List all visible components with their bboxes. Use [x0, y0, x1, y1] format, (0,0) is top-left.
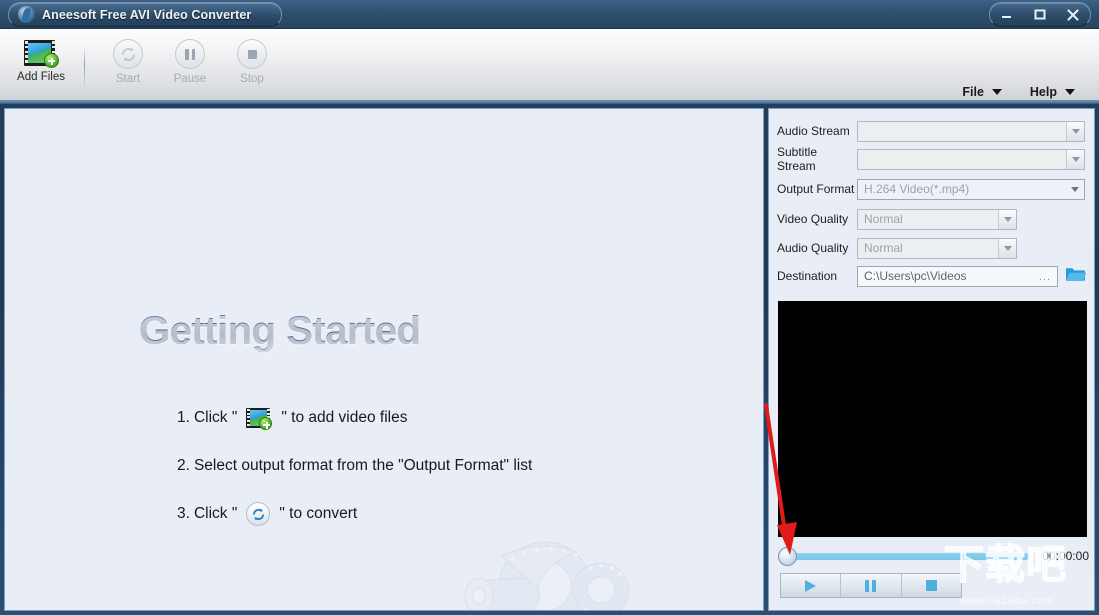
output-format-value: H.264 Video(*.mp4)	[858, 182, 969, 196]
audio-stream-select[interactable]	[857, 121, 1085, 142]
convert-icon	[246, 502, 270, 526]
pause-button[interactable]: Pause	[159, 31, 221, 85]
destination-input[interactable]: C:\Users\pc\Videos ...	[857, 266, 1058, 287]
chevron-down-icon[interactable]	[998, 210, 1016, 229]
help-menu[interactable]: Help	[1030, 85, 1075, 99]
help-menu-label: Help	[1030, 85, 1057, 99]
output-format-label: Output Format	[777, 182, 857, 196]
step-1-text-before: Click "	[194, 409, 237, 427]
pause-icon	[865, 580, 876, 592]
video-quality-row: Video Quality Normal	[777, 208, 1017, 230]
video-quality-select[interactable]: Normal	[857, 209, 1017, 230]
seek-bar-row: 00:00:00	[778, 545, 1089, 567]
start-convert-icon	[113, 39, 143, 69]
seek-slider[interactable]	[787, 553, 1030, 560]
file-list-panel[interactable]: Getting Started 1. Click "	[4, 108, 764, 611]
play-icon	[805, 580, 816, 592]
open-folder-icon[interactable]	[1065, 265, 1086, 288]
chevron-down-icon[interactable]	[1066, 150, 1084, 169]
audio-quality-select[interactable]: Normal	[857, 238, 1017, 259]
toolbar: Add Files Start Pause	[0, 28, 1099, 104]
file-menu[interactable]: File	[962, 85, 1002, 99]
chevron-down-icon	[1065, 89, 1075, 95]
settings-panel: Audio Stream Subtitle Stream Output Form…	[768, 108, 1095, 611]
step-3-number: 3.	[177, 505, 190, 523]
pause-icon	[175, 39, 205, 69]
step-2-text: Select output format from the "Output Fo…	[194, 457, 532, 475]
close-icon[interactable]	[1060, 4, 1086, 25]
stop-icon	[237, 39, 267, 69]
step-2-number: 2.	[177, 457, 190, 475]
stop-label: Stop	[240, 73, 264, 85]
stop-icon	[926, 580, 937, 591]
watermark-url: www.xiazaiba.com	[960, 595, 1053, 607]
audio-quality-value: Normal	[858, 241, 903, 255]
subtitle-stream-row: Subtitle Stream	[777, 148, 1085, 170]
subtitle-stream-select[interactable]	[857, 149, 1085, 170]
destination-row: Destination C:\Users\pc\Videos ...	[777, 265, 1086, 287]
window-title-pill: Aneesoft Free AVI Video Converter	[8, 2, 282, 27]
add-files-label: Add Files	[17, 71, 65, 83]
add-files-icon	[246, 407, 272, 429]
destination-value: C:\Users\pc\Videos	[858, 269, 967, 283]
start-button[interactable]: Start	[97, 31, 159, 85]
application-window: Aneesoft Free AVI Video Converter	[0, 0, 1099, 615]
seek-handle[interactable]	[778, 547, 797, 566]
step-3: 3. Click " " to convert	[177, 497, 737, 531]
step-2: 2. Select output format from the "Output…	[177, 449, 737, 483]
stop-button[interactable]: Stop	[221, 31, 283, 85]
getting-started-steps: 1. Click " " to add video files	[177, 401, 737, 545]
timecode: 00:00:00	[1042, 549, 1089, 563]
play-button[interactable]	[781, 574, 841, 597]
subtitle-stream-label: Subtitle Stream	[777, 145, 857, 173]
title-bar: Aneesoft Free AVI Video Converter	[0, 0, 1099, 28]
toolbar-buttons: Add Files Start Pause	[10, 31, 283, 91]
destination-label: Destination	[777, 269, 857, 283]
browse-dots-button[interactable]: ...	[1039, 271, 1051, 283]
page-title: Getting Started	[139, 309, 420, 354]
chevron-down-icon[interactable]	[1066, 180, 1084, 199]
audio-quality-row: Audio Quality Normal	[777, 237, 1017, 259]
audio-quality-label: Audio Quality	[777, 241, 857, 255]
video-quality-value: Normal	[858, 212, 903, 226]
output-format-row: Output Format H.264 Video(*.mp4)	[777, 178, 1085, 200]
menu-bar: File Help	[962, 85, 1075, 99]
add-files-button[interactable]: Add Files	[10, 31, 72, 83]
app-logo-icon	[18, 6, 35, 23]
step-1-number: 1.	[177, 409, 190, 427]
pause-label: Pause	[174, 73, 207, 85]
output-format-select[interactable]: H.264 Video(*.mp4)	[857, 179, 1085, 200]
player-controls	[780, 573, 962, 598]
toolbar-separator	[84, 47, 85, 91]
file-menu-label: File	[962, 85, 984, 99]
minimize-icon[interactable]	[994, 4, 1020, 25]
chevron-down-icon[interactable]	[1066, 122, 1084, 141]
pause-button[interactable]	[841, 574, 901, 597]
maximize-icon[interactable]	[1027, 4, 1053, 25]
add-files-icon	[24, 39, 58, 67]
stop-button[interactable]	[902, 574, 961, 597]
step-1: 1. Click " " to add video files	[177, 401, 737, 435]
window-title: Aneesoft Free AVI Video Converter	[42, 8, 251, 22]
video-quality-label: Video Quality	[777, 212, 857, 226]
step-1-text-after: " to add video files	[281, 409, 407, 427]
step-3-text-before: Click "	[194, 505, 237, 523]
chevron-down-icon[interactable]	[998, 239, 1016, 258]
audio-stream-label: Audio Stream	[777, 124, 857, 138]
audio-stream-row: Audio Stream	[777, 120, 1085, 142]
step-3-text-after: " to convert	[279, 505, 357, 523]
start-label: Start	[116, 73, 140, 85]
chevron-down-icon	[992, 89, 1002, 95]
video-preview[interactable]	[778, 301, 1087, 537]
window-controls	[989, 2, 1091, 27]
film-reel-illustration	[405, 534, 650, 611]
